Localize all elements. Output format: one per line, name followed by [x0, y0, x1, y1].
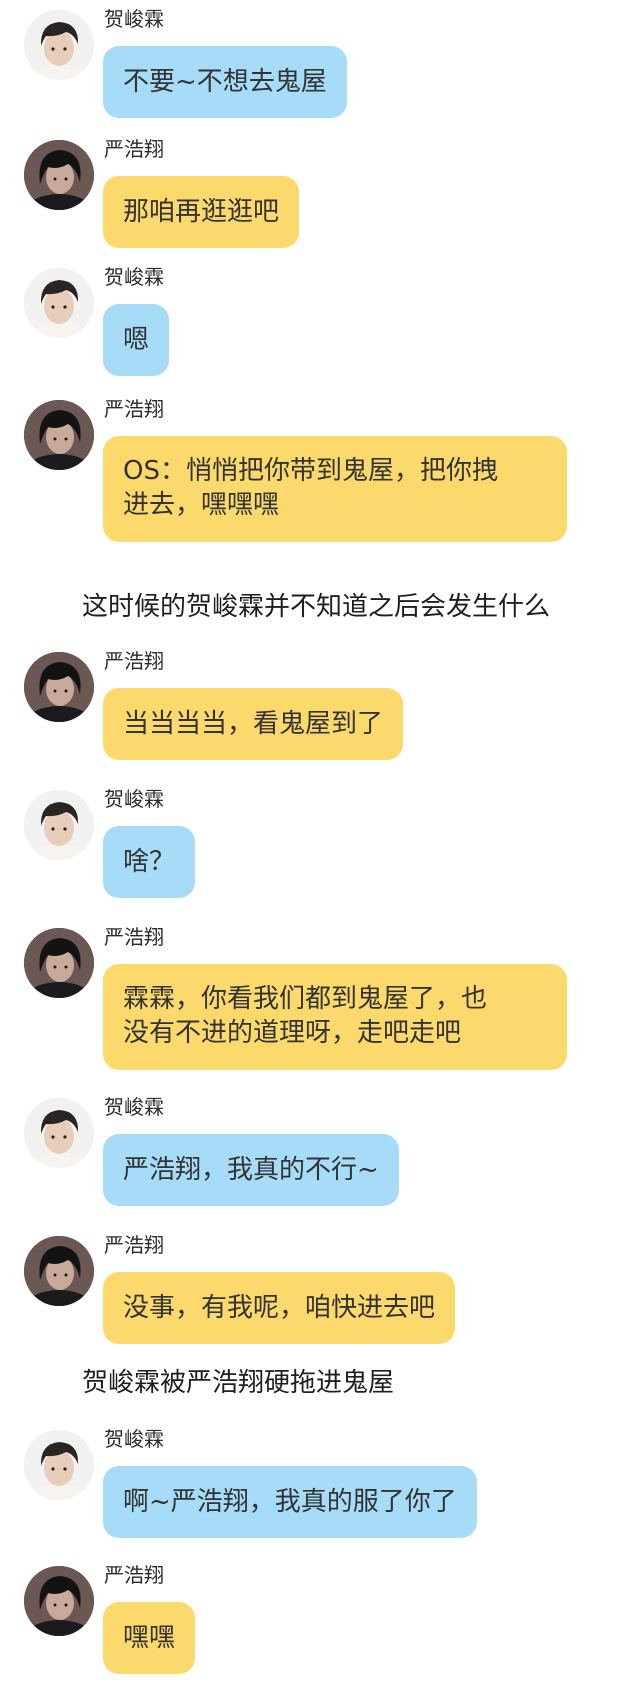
narration-text: 贺峻霖被严浩翔硬拖进鬼屋	[82, 1368, 395, 1398]
message-bubble[interactable]: 霖霖，你看我们都到鬼屋了，也 没有不进的道理呀，走吧走吧	[103, 964, 567, 1070]
avatar[interactable]	[24, 1566, 94, 1636]
message-bubble[interactable]: 那咱再逛逛吧	[103, 176, 300, 248]
message-bubble[interactable]: 啊~严浩翔，我真的服了你了	[103, 1466, 477, 1538]
avatar[interactable]	[24, 652, 94, 722]
sender-name: 严浩翔	[104, 137, 164, 161]
message-bubble[interactable]: 啥？	[103, 826, 196, 898]
sender-name: 严浩翔	[104, 1563, 164, 1587]
narration-text: 这时候的贺峻霖并不知道之后会发生什么	[82, 592, 551, 622]
avatar[interactable]	[24, 1236, 94, 1306]
message-bubble[interactable]: OS：悄悄把你带到鬼屋，把你拽 进去，嘿嘿嘿	[103, 436, 567, 542]
avatar[interactable]	[24, 140, 94, 210]
message-bubble[interactable]: 不要~不想去鬼屋	[103, 46, 347, 118]
message-bubble[interactable]: 嗯	[103, 304, 170, 376]
message-line: 进去，嘿嘿嘿	[123, 490, 280, 520]
sender-name: 贺峻霖	[104, 7, 164, 31]
sender-name: 严浩翔	[104, 1233, 164, 1257]
message-bubble[interactable]: 没事，有我呢，咱快进去吧	[103, 1272, 456, 1344]
message-line: OS：悄悄把你带到鬼屋，把你拽	[123, 456, 498, 486]
avatar[interactable]	[24, 790, 94, 860]
message-line: 霖霖，你看我们都到鬼屋了，也	[123, 984, 488, 1014]
sender-name: 贺峻霖	[104, 1427, 164, 1451]
chat-log: 贺峻霖 不要~不想去鬼屋 严浩翔 那咱再逛逛吧 贺峻霖 嗯 严浩翔 OS：悄悄把…	[0, 0, 640, 1688]
message-bubble[interactable]: 严浩翔，我真的不行~	[103, 1134, 399, 1206]
sender-name: 贺峻霖	[104, 787, 164, 811]
sender-name: 严浩翔	[104, 925, 164, 949]
message-bubble[interactable]: 嘿嘿	[103, 1602, 196, 1674]
avatar[interactable]	[24, 400, 94, 470]
avatar[interactable]	[24, 928, 94, 998]
avatar[interactable]	[24, 1098, 94, 1168]
avatar[interactable]	[24, 268, 94, 338]
message-bubble[interactable]: 当当当当，看鬼屋到了	[103, 688, 404, 760]
avatar[interactable]	[24, 10, 94, 80]
sender-name: 贺峻霖	[104, 265, 164, 289]
sender-name: 严浩翔	[104, 649, 164, 673]
sender-name: 贺峻霖	[104, 1095, 164, 1119]
avatar[interactable]	[24, 1430, 94, 1500]
message-line: 没有不进的道理呀，走吧走吧	[123, 1018, 462, 1048]
sender-name: 严浩翔	[104, 397, 164, 421]
